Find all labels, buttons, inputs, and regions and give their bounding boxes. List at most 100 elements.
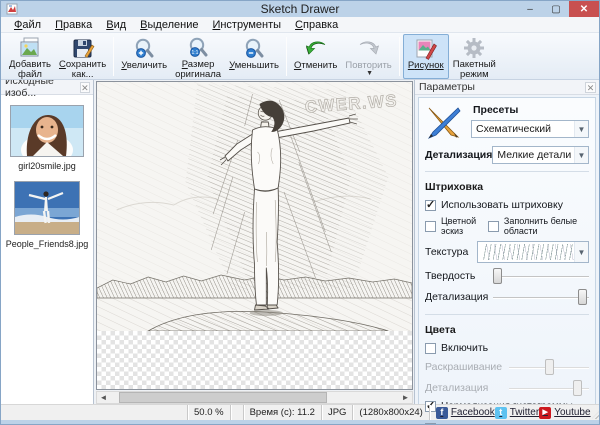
canvas-viewport: CWER.WS <box>96 81 413 390</box>
chevron-down-icon: ▼ <box>574 121 588 137</box>
hardness-slider-thumb[interactable] <box>492 268 502 284</box>
list-item[interactable]: girl20smile.jpg <box>1 105 93 171</box>
youtube-icon: ▶ <box>539 406 552 419</box>
picture-label: Рисунок <box>407 60 444 71</box>
minimize-button[interactable]: – <box>517 1 543 17</box>
main-area: Исходные изоб... ✕ girl20smile.jpg Peopl… <box>1 75 599 424</box>
toolbar-separator <box>113 37 115 76</box>
fill-white-checkbox[interactable] <box>487 220 499 232</box>
detail-label: Детализация <box>425 149 493 161</box>
zoom-level: 50.0 % <box>187 405 230 420</box>
parameters-header: Параметры ✕ <box>415 80 599 95</box>
source-panel-close-icon[interactable]: ✕ <box>79 81 90 93</box>
detail-select[interactable]: Мелкие детали ▼ <box>492 146 589 164</box>
zoom-in-button[interactable]: Увеличить <box>117 34 171 79</box>
use-hatching-checkbox[interactable] <box>425 198 436 211</box>
scroll-right-icon[interactable]: ► <box>399 392 412 403</box>
source-images-panel: Исходные изоб... ✕ girl20smile.jpg Peopl… <box>1 75 94 404</box>
texture-select[interactable]: ▼ <box>477 241 589 263</box>
thumbnail-caption: girl20smile.jpg <box>18 161 76 171</box>
list-item[interactable]: People_Friends8.jpg <box>1 181 93 249</box>
save-as-button[interactable]: Сохранить как... <box>55 34 110 80</box>
twitter-label: Twitter <box>509 407 540 418</box>
enable-colors-row[interactable]: Включить <box>425 342 589 354</box>
color-sketch-row[interactable]: Цветной эскиз <box>425 216 488 236</box>
hatch-detail-slider-thumb[interactable] <box>578 289 588 305</box>
source-images-header: Исходные изоб... ✕ <box>1 75 93 99</box>
toolbar: Добавить файл Сохранить как... Увеличить… <box>1 33 599 80</box>
texture-label: Текстура <box>425 246 469 258</box>
batch-mode-button[interactable]: Пакетный режим <box>449 34 500 80</box>
window-frame-bottom <box>1 420 599 424</box>
hatch-detail-slider[interactable] <box>493 289 589 305</box>
facebook-link[interactable]: f Facebook <box>435 406 495 419</box>
colors-section-title: Цвета <box>425 324 456 336</box>
add-file-label2: файл <box>18 69 42 80</box>
preset-select[interactable]: Схематический ▼ <box>471 120 589 138</box>
maximize-button[interactable]: ▢ <box>543 1 569 17</box>
menu-view[interactable]: Вид <box>99 18 133 32</box>
toolbar-overflow-chevron[interactable]: ▼ <box>366 70 373 77</box>
menu-bar: Файл Правка Вид Выделение Инструменты Сп… <box>1 17 599 33</box>
zoom-out-icon <box>242 36 267 61</box>
gear-icon <box>462 36 487 60</box>
enable-colors-checkbox[interactable] <box>425 342 436 354</box>
parameters-title: Параметры <box>419 81 475 93</box>
scroll-left-icon[interactable]: ◄ <box>97 392 110 403</box>
color-detail-slider[interactable] <box>509 380 589 396</box>
thumbnail-girl[interactable] <box>10 105 84 166</box>
youtube-link[interactable]: ▶ Youtube <box>539 406 591 419</box>
menu-help[interactable]: Справка <box>288 18 345 32</box>
app-window: Sketch Drawer – ▢ ✕ Файл Правка Вид Выде… <box>0 0 600 425</box>
original-size-button[interactable]: 1:1 Размер оригинала <box>171 34 225 80</box>
horizontal-scrollbar[interactable]: ◄ ► <box>96 391 413 404</box>
hardness-slider[interactable] <box>492 268 589 284</box>
facebook-icon: f <box>435 406 448 419</box>
save-as-label2: как... <box>71 69 94 80</box>
menu-file[interactable]: Файл <box>7 18 48 32</box>
thumbnail-people[interactable] <box>14 181 80 235</box>
pencil-brush-icon <box>427 107 461 139</box>
use-hatching-row[interactable]: Использовать штриховку <box>425 198 589 211</box>
add-file-icon <box>18 36 43 60</box>
chevron-down-icon: ▼ <box>574 242 588 262</box>
texture-preview <box>482 244 574 260</box>
status-bar: 50.0 % Время (с): 11.2 JPG (1280x800x24)… <box>1 404 599 420</box>
social-links: f Facebook t Twitter ▶ Youtube <box>428 405 599 420</box>
resize-grip[interactable] <box>591 409 599 419</box>
transparency-checker <box>97 331 412 389</box>
hatching-section-title: Штриховка <box>425 181 484 193</box>
color-detail-slider-thumb[interactable] <box>573 380 582 396</box>
facebook-label: Facebook <box>450 407 495 418</box>
menu-selection[interactable]: Выделение <box>133 18 205 32</box>
zoom-out-button[interactable]: Уменьшить <box>225 34 283 79</box>
parameters-box: Пресеты Схематический ▼ Детализация Мелк… <box>418 97 596 424</box>
colorize-slider-thumb[interactable] <box>545 359 554 375</box>
undo-button[interactable]: Отменить <box>290 34 341 79</box>
picture-button[interactable]: Рисунок <box>402 34 449 79</box>
picture-icon <box>413 36 438 61</box>
parameters-close-icon[interactable]: ✕ <box>585 81 596 93</box>
color-sketch-checkbox[interactable] <box>425 220 436 232</box>
menu-edit[interactable]: Правка <box>48 18 99 32</box>
use-hatching-label: Использовать штриховку <box>441 199 563 211</box>
toolbar-separator <box>285 37 287 76</box>
close-button[interactable]: ✕ <box>569 1 599 17</box>
color-sketch-label: Цветной эскиз <box>441 216 477 236</box>
colorize-slider[interactable] <box>509 359 589 375</box>
presets-label: Пресеты <box>473 104 519 116</box>
fill-white-row[interactable]: Заполнить белые области <box>487 216 589 236</box>
add-file-button[interactable]: Добавить файл <box>5 34 55 80</box>
twitter-icon: t <box>494 406 507 419</box>
twitter-link[interactable]: t Twitter <box>494 406 540 419</box>
parameters-panel: Параметры ✕ Пресеты Схематический ▼ Дета… <box>414 80 599 424</box>
menu-tools[interactable]: Инструменты <box>205 18 288 32</box>
zoom-in-label: Увеличить <box>121 60 168 71</box>
undo-icon <box>303 36 328 61</box>
save-as-icon <box>70 36 95 60</box>
hatch-detail-label: Детализация <box>425 291 489 303</box>
colorize-label: Раскрашивание <box>425 361 503 373</box>
scrollbar-thumb[interactable] <box>118 392 327 403</box>
original-size-label2: оригинала <box>175 69 222 80</box>
scrollbar-track[interactable] <box>110 392 399 403</box>
